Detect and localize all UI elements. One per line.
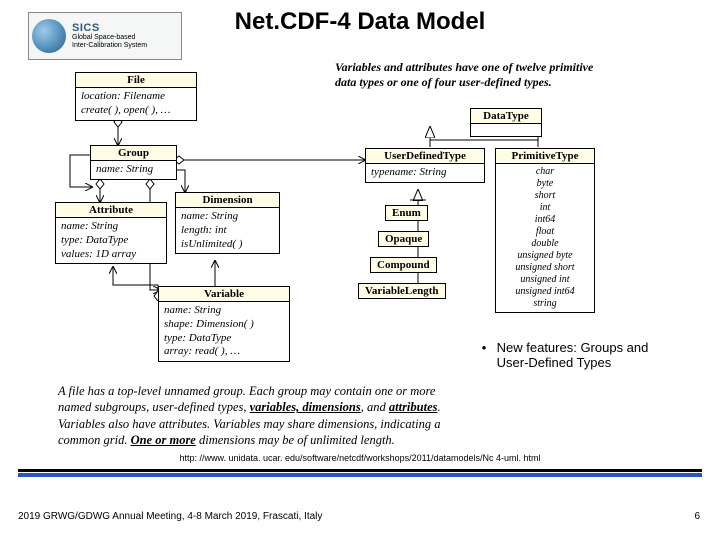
uml-opaque: Opaque (378, 231, 429, 247)
uml-group-title: Group (91, 146, 176, 161)
uml-enum: Enum (385, 205, 428, 221)
uml-variable-body: name: Stringshape: Dimension( )type: Dat… (159, 302, 289, 361)
uml-datatype: DataType (470, 108, 542, 137)
uml-file-title: File (76, 73, 196, 88)
uml-group-body: name: String (91, 161, 176, 179)
uml-userdef-body: typename: String (366, 164, 484, 182)
uml-variable: Variable name: Stringshape: Dimension( )… (158, 286, 290, 362)
new-features-text: New features: Groups and User-Defined Ty… (497, 340, 667, 370)
uml-userdef-title: UserDefinedType (366, 149, 484, 164)
uml-varlen: VariableLength (358, 283, 446, 299)
uml-compound: Compound (370, 257, 437, 273)
new-features-bullet: • New features: Groups and User-Defined … (475, 340, 670, 370)
uml-userdef: UserDefinedType typename: String (365, 148, 485, 183)
logo: SICS Global Space-based Inter-Calibratio… (28, 12, 182, 60)
uml-primitive-body: charbyteshortintint64floatdoubleunsigned… (496, 164, 594, 312)
uml-primitive: PrimitiveType charbyteshortintint64float… (495, 148, 595, 313)
uml-file: File location: Filenamecreate( ), open( … (75, 72, 197, 121)
bullet-icon: • (475, 340, 493, 355)
uml-datatype-title: DataType (471, 109, 541, 124)
uml-attribute-body: name: Stringtype: DataTypevalues: 1D arr… (56, 218, 166, 263)
head-note: Variables and attributes have one of twe… (335, 60, 605, 90)
uml-dimension-body: name: Stringlength: intisUnlimited( ) (176, 208, 279, 253)
source-url: http: //www. unidata. ucar. edu/software… (0, 453, 720, 463)
uml-variable-title: Variable (159, 287, 289, 302)
uml-primitive-title: PrimitiveType (496, 149, 594, 164)
uml-dimension: Dimension name: Stringlength: intisUnlim… (175, 192, 280, 254)
foot-caption: A file has a top-level unnamed group. Ea… (58, 383, 538, 448)
globe-icon (32, 19, 66, 53)
page-number: 6 (694, 511, 700, 522)
logo-text: SICS Global Space-based Inter-Calibratio… (72, 23, 147, 49)
uml-dimension-title: Dimension (176, 193, 279, 208)
footer-text: 2019 GRWG/GDWG Annual Meeting, 4-8 March… (18, 511, 322, 522)
uml-file-body: location: Filenamecreate( ), open( ), … (76, 88, 196, 120)
uml-attribute: Attribute name: Stringtype: DataTypevalu… (55, 202, 167, 264)
uml-datatype-body (471, 124, 541, 136)
uml-group: Group name: String (90, 145, 177, 180)
uml-attribute-title: Attribute (56, 203, 166, 218)
